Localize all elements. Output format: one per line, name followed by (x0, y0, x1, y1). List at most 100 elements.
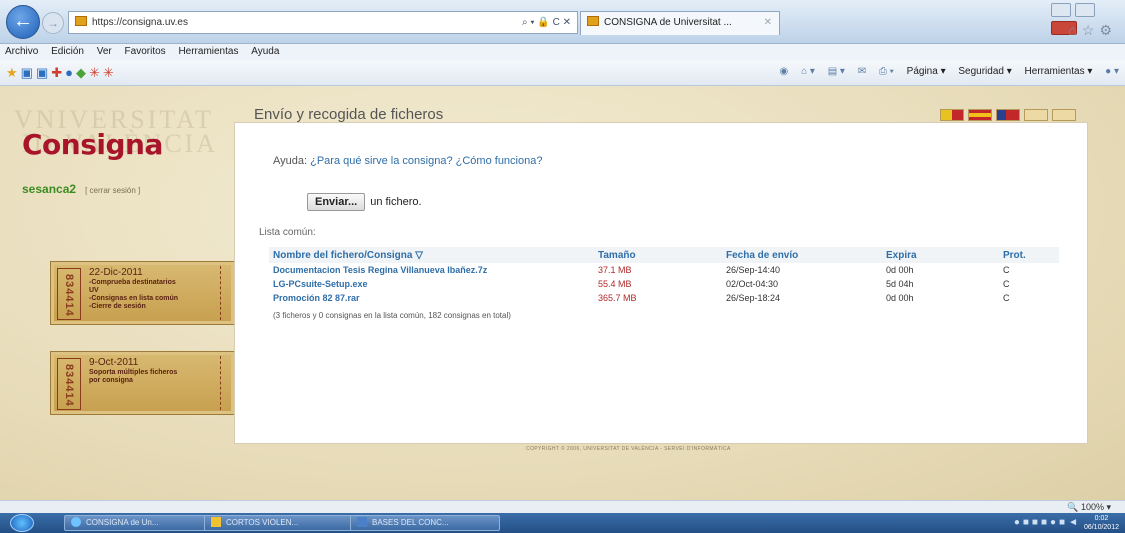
news-ticket: 834414 9-Oct-2011 Soporta múltiples fich… (50, 351, 235, 415)
taskbar-item-label: CORTOS VIOLEN... (226, 518, 299, 527)
file-protection: C (1003, 279, 1010, 289)
ticket-note: por consigna (89, 377, 133, 384)
table-row: Documentacion Tesis Regina Villanueva Ib… (269, 263, 1059, 277)
taskbar-item-folder[interactable]: CORTOS VIOLEN... (204, 515, 354, 531)
feeds-icon[interactable]: ◉ (780, 66, 789, 77)
taskbar-item-document[interactable]: BASES DEL CONC... (350, 515, 500, 531)
language-flag-icon[interactable] (1024, 109, 1048, 121)
tab-close-icon[interactable]: ✕ (764, 12, 772, 34)
start-button-icon[interactable] (10, 514, 34, 532)
site-favicon-icon (75, 16, 87, 26)
file-expires: 0d 00h (886, 265, 914, 275)
column-header-size[interactable]: Tamaño (594, 247, 722, 263)
ticket-note: UV (89, 287, 99, 294)
file-name-link[interactable]: Promoción 82 87.rar (269, 291, 594, 305)
favorite-site-icon[interactable]: ● (65, 65, 76, 80)
menu-seguridad[interactable]: Seguridad ▾ (958, 66, 1011, 77)
language-flag-icon[interactable] (1052, 109, 1076, 121)
home-icon[interactable]: ⌂ (1068, 22, 1081, 38)
help-link-how[interactable]: ¿Cómo funciona? (456, 155, 543, 167)
file-table: Nombre del fichero/Consigna ▽ Tamaño Fec… (269, 247, 1059, 305)
clock-time: 0:02 (1094, 515, 1109, 522)
print-icon[interactable]: ⎙ ▾ (879, 66, 894, 77)
clock-date: 06/10/2012 (1083, 524, 1119, 531)
ticket-notes: Soporta múltiples ficheros por consigna (89, 369, 177, 385)
file-date: 26/Sep-18:24 (726, 293, 781, 303)
ticket-perforation (220, 356, 230, 410)
language-flag-icon[interactable] (968, 109, 992, 121)
tray-network-icon[interactable]: ● (1014, 517, 1023, 528)
ticket-date: 22-Dic-2011 (89, 267, 143, 278)
menu-ver[interactable]: Ver (92, 44, 117, 59)
address-bar[interactable]: https://consigna.uv.es ⌕ ▾ 🔒 C ✕ (68, 11, 578, 34)
tray-app-icon[interactable]: ■ (1041, 517, 1050, 528)
tray-app-icon[interactable]: ■ (1023, 517, 1032, 528)
favorite-site-icon[interactable]: ◆ (76, 65, 89, 80)
gear-icon[interactable]: ⚙ (1099, 22, 1117, 38)
user-info: sesanca2 [ cerrar sesión ] (22, 182, 140, 196)
tray-app-icon[interactable]: ■ (1032, 517, 1041, 528)
menu-ayuda[interactable]: Ayuda (246, 44, 284, 59)
favorite-site-icon[interactable]: ✳ (89, 65, 103, 80)
favorites-bar: ★▣▣✚●◆✳✳ (6, 65, 117, 81)
ticket-note: Soporta múltiples ficheros (89, 369, 178, 376)
tray-app-icon[interactable]: ■ (1059, 517, 1068, 528)
column-header-date[interactable]: Fecha de envío (722, 247, 882, 263)
tray-volume-icon[interactable]: ◄ (1068, 517, 1081, 528)
menu-archivo[interactable]: Archivo (0, 44, 43, 59)
home-icon[interactable]: ⌂ ▾ (801, 66, 815, 77)
taskbar-clock[interactable]: 0:02 06/10/2012 (1084, 514, 1119, 532)
favorite-site-icon[interactable]: ✚ (51, 65, 65, 80)
taskbar-item-browser[interactable]: CONSIGNA de Un... (64, 515, 214, 531)
ticket-note: -Consignas en lista común (89, 295, 179, 302)
send-suffix: un fichero. (370, 196, 422, 208)
favorite-site-icon[interactable]: ▣ (21, 65, 36, 80)
mail-icon[interactable]: ✉ (858, 66, 866, 77)
browser-titlebar: ← → https://consigna.uv.es ⌕ ▾ 🔒 C ✕ CON… (0, 0, 1125, 44)
file-expires: 5d 04h (886, 279, 914, 289)
back-button[interactable]: ← (6, 5, 40, 39)
language-flag-icon[interactable] (996, 109, 1020, 121)
ticket-note: -Comprueba destinatarios (89, 279, 176, 286)
menu-edicion[interactable]: Edición (46, 44, 89, 59)
rss-icon[interactable]: ▤ ▾ (828, 66, 845, 77)
menu-herramientas[interactable]: Herramientas (173, 44, 243, 59)
ticket-serial: 834414 (63, 364, 75, 407)
help-link-purpose[interactable]: ¿Para qué sirve la consigna? (310, 155, 452, 167)
zoom-control[interactable]: 🔍 100% ▾ (1067, 502, 1111, 513)
taskbar-item-label: CONSIGNA de Un... (86, 518, 159, 527)
content-panel: Ayuda: ¿Para qué sirve la consigna? ¿Cóm… (234, 122, 1088, 444)
list-heading: Lista común: (259, 227, 316, 238)
table-header-row: Nombre del fichero/Consigna ▽ Tamaño Fec… (269, 247, 1059, 263)
address-tools[interactable]: ⌕ ▾ 🔒 C ✕ (522, 12, 571, 33)
favorites-star-icon[interactable]: ★ (6, 65, 21, 80)
language-flag-icon[interactable] (940, 109, 964, 121)
logout-link[interactable]: [ cerrar sesión ] (85, 186, 140, 195)
column-header-expires[interactable]: Expira (882, 247, 999, 263)
file-date: 02/Oct-04:30 (726, 279, 779, 289)
url-text: https://consigna.uv.es (92, 17, 188, 28)
site-logo[interactable]: Consigna (22, 128, 163, 161)
taskbar: CONSIGNA de Un... CORTOS VIOLEN... BASES… (0, 513, 1125, 533)
maximize-button[interactable] (1075, 3, 1096, 17)
column-header-name[interactable]: Nombre del fichero/Consigna ▽ (269, 247, 594, 263)
file-name-link[interactable]: LG-PCsuite-Setup.exe (269, 277, 594, 291)
table-row: Promoción 82 87.rar 365.7 MB 26/Sep-18:2… (269, 291, 1059, 305)
forward-button[interactable]: → (42, 12, 64, 34)
menu-pagina[interactable]: Página ▾ (907, 66, 946, 77)
menu-favoritos[interactable]: Favoritos (120, 44, 171, 59)
tray-app-icon[interactable]: ● (1050, 517, 1059, 528)
column-header-protection[interactable]: Prot. (999, 247, 1059, 263)
favorite-site-icon[interactable]: ✳ (103, 65, 117, 80)
tab-favicon-icon (587, 16, 599, 26)
send-file-button[interactable]: Enviar... (307, 193, 366, 211)
browser-tab[interactable]: CONSIGNA de Universitat ... ✕ (580, 11, 780, 35)
send-row: Enviar... un fichero. (307, 193, 422, 211)
file-name-link[interactable]: Documentacion Tesis Regina Villanueva Ib… (269, 263, 594, 277)
menu-herramientas-cmd[interactable]: Herramientas ▾ (1025, 66, 1093, 77)
favorite-site-icon[interactable]: ▣ (36, 65, 51, 80)
help-icon[interactable]: ● ▾ (1105, 66, 1119, 77)
favorites-star-icon[interactable]: ☆ (1082, 22, 1100, 38)
minimize-button[interactable] (1051, 3, 1071, 17)
page-title: Envío y recogida de ficheros (254, 106, 444, 123)
